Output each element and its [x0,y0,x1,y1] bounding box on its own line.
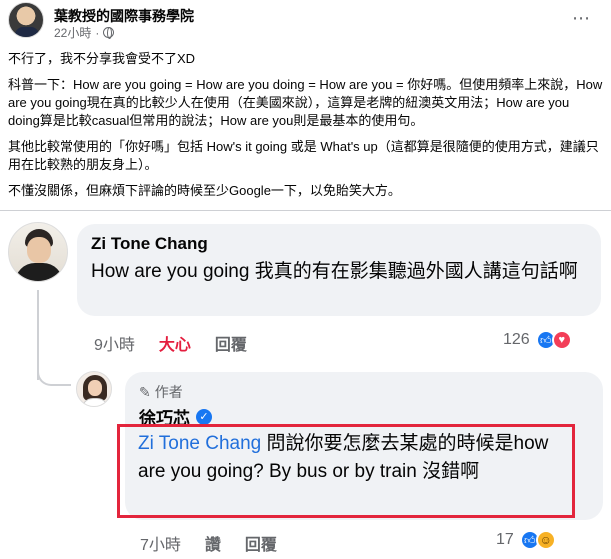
comment-actions: 9小時 大心 回覆 [94,331,247,355]
reply-time[interactable]: 7小時 [140,531,181,555]
post-text: 不行了，我不分享我會受不了XD 科普一下：How are you going =… [8,50,603,208]
post-paragraph: 不行了，我不分享我會受不了XD [8,51,196,66]
reaction-summary[interactable]: 126 👍︎ ♥ [503,330,572,350]
comment-text: How are you going 我真的有在影集聽過外國人講這句話啊 [91,261,578,282]
reply-text: Zi Tone Chang 問說你要怎麼去某處的時候是how are you g… [138,430,574,486]
reply-button[interactable]: 回覆 [245,531,277,555]
reaction-count: 17 [496,531,514,548]
love-reaction-button[interactable]: 大心 [159,331,191,355]
globe-icon [103,27,115,39]
post-time[interactable]: 22小時 [54,24,91,41]
mention-link[interactable]: Zi Tone Chang [138,433,261,454]
post-paragraph: 科普一下：How are you going = How are you doi… [8,77,603,128]
reaction-count: 126 [503,331,530,348]
love-icon: ♥ [551,330,572,350]
commenter-avatar[interactable] [8,222,68,282]
haha-icon: ☺ [535,530,556,550]
page-avatar[interactable] [8,2,44,38]
pen-icon: ✎ [139,383,151,400]
divider [0,210,611,211]
post-paragraph: 其他比較常使用的「你好嗎」包括 How's it going 或是 What's… [8,139,599,172]
comment-bubble: Zi Tone Chang How are you going 我真的有在影集聽… [77,224,601,316]
post-header: 葉教授的國際事務學院 22小時 · ⋯ [0,0,611,42]
author-badge: ✎ 作者 [139,382,183,402]
page-name[interactable]: 葉教授的國際事務學院 [54,6,194,26]
verified-icon: ✓ [196,408,212,425]
post-meta: 22小時 · [54,24,115,41]
reply-button[interactable]: 回覆 [215,331,247,355]
reply-actions: 7小時 讚 回覆 [140,531,277,555]
like-button[interactable]: 讚 [205,531,221,555]
comment-time[interactable]: 9小時 [94,331,135,355]
comment-author[interactable]: Zi Tone Chang [91,234,587,254]
post-paragraph: 不懂沒關係，但麻煩下評論的時候至少Google一下，以免貽笑大方。 [8,183,401,198]
author-tag-label: 作者 [154,384,183,400]
more-options-icon[interactable]: ⋯ [572,8,591,29]
thread-connector [37,360,71,386]
reaction-summary[interactable]: 17 👍︎ ☺ [496,530,556,550]
author-avatar[interactable] [76,371,112,407]
